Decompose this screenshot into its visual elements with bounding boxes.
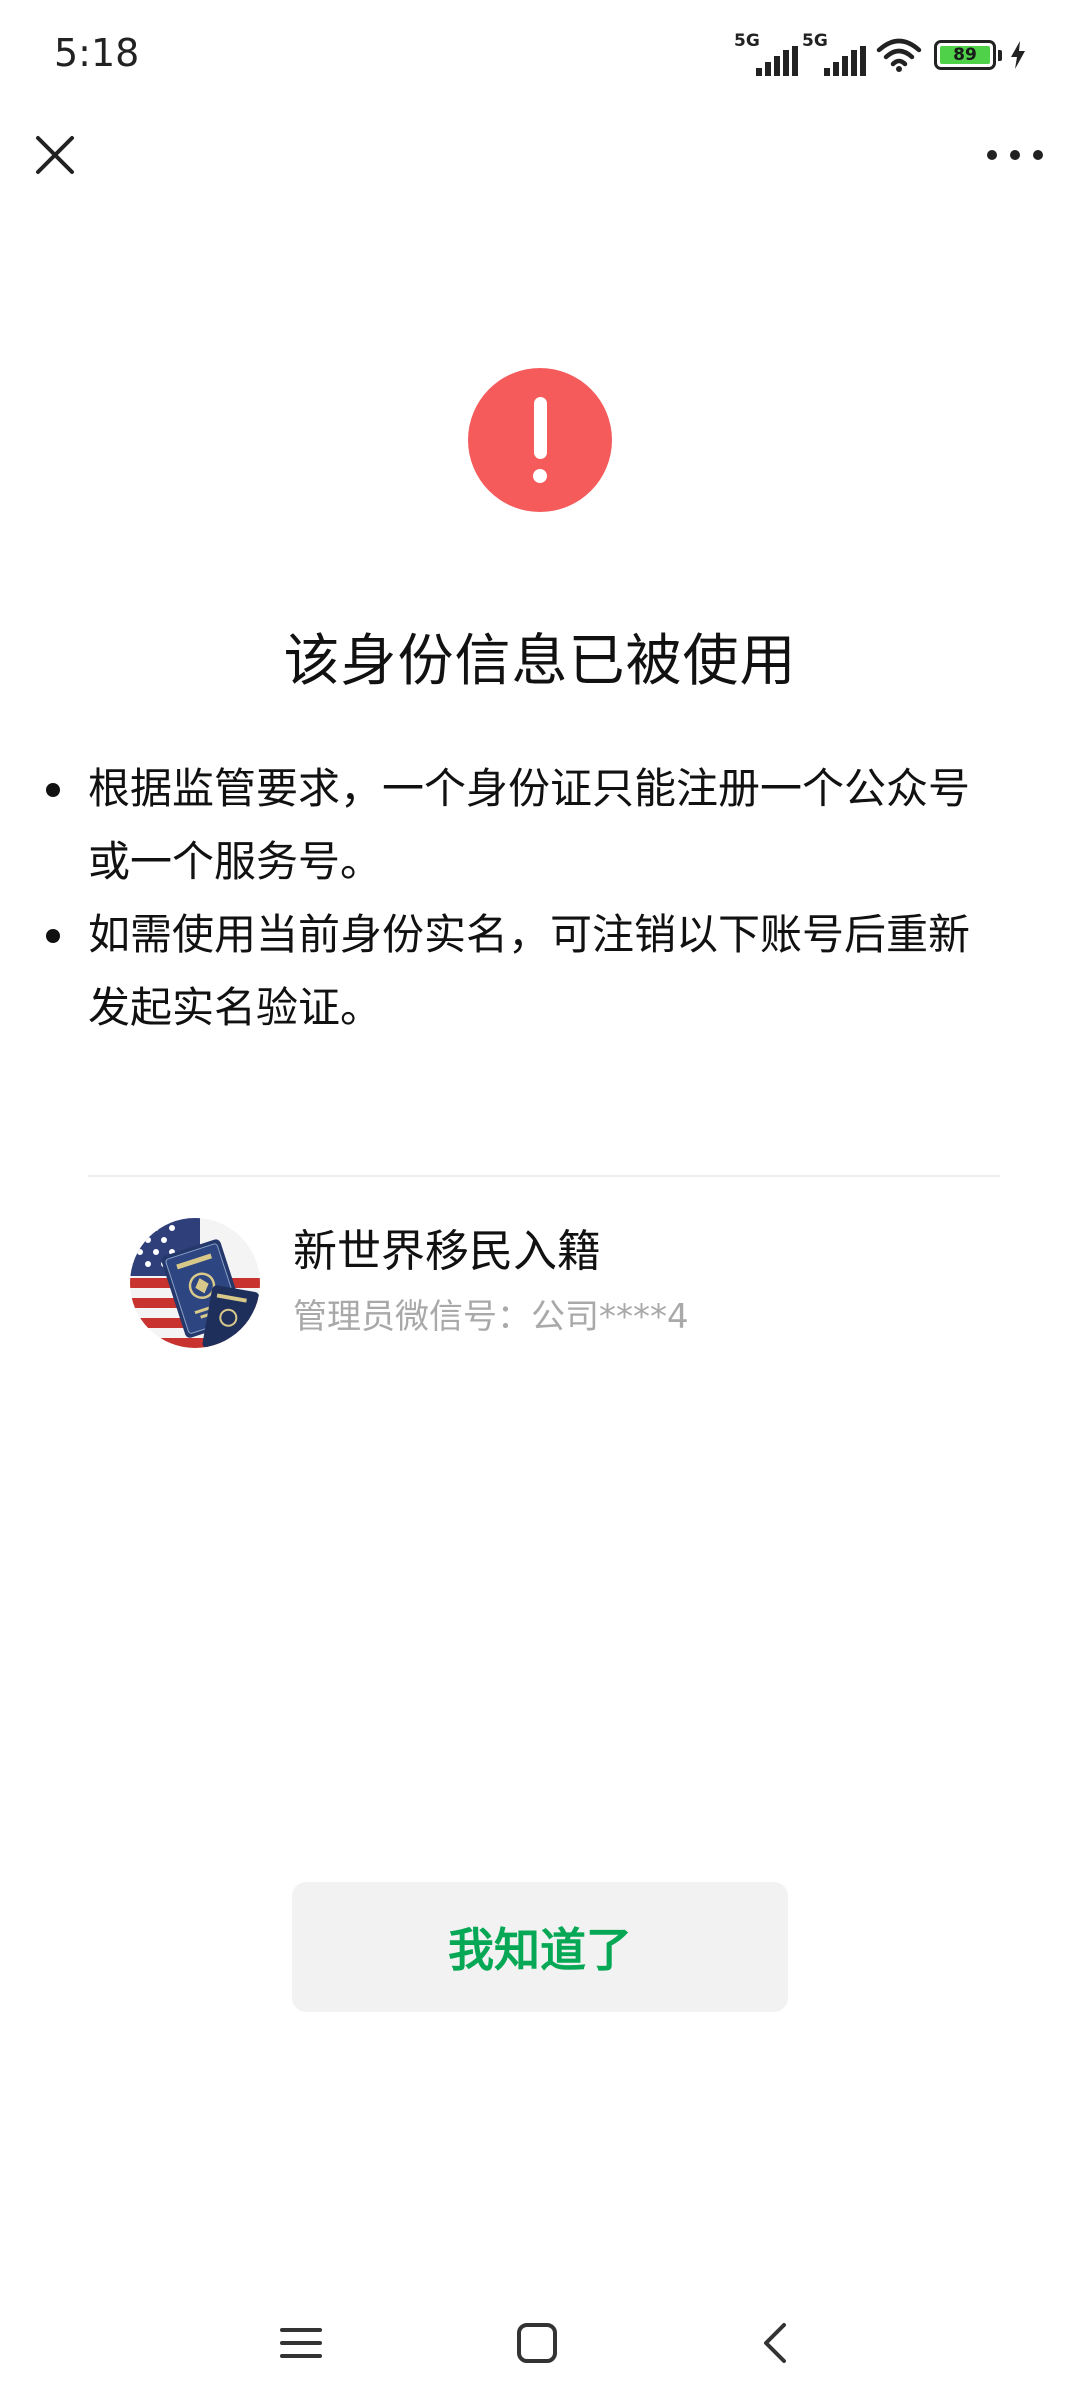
system-nav-bar	[0, 2300, 1080, 2400]
account-name: 新世界移民入籍	[293, 1226, 601, 1277]
exclamation-bar	[533, 397, 547, 459]
battery-cap	[998, 49, 1002, 61]
status-time: 5:18	[54, 31, 140, 75]
status-icons: 5G 5G 89	[734, 30, 1026, 80]
account-admin-id: 管理员微信号：公司****4	[293, 1297, 689, 1337]
home-square-icon[interactable]	[514, 2320, 560, 2366]
battery-icon: 89	[934, 40, 996, 70]
wifi-icon	[876, 38, 922, 72]
acknowledge-button[interactable]: 我知道了	[292, 1882, 788, 2012]
battery-level: 89	[940, 46, 990, 64]
charging-bolt-icon	[1011, 41, 1025, 69]
back-chevron-icon[interactable]	[752, 2320, 798, 2366]
notice-item: 根据监管要求，一个身份证只能注册一个公众号或一个服务号。	[46, 752, 998, 898]
divider	[88, 1175, 1000, 1177]
signal-bars-icon	[824, 46, 866, 76]
account-card: 新世界移民入籍 管理员微信号：公司****4	[130, 1218, 990, 1350]
menu-icon[interactable]	[278, 2320, 324, 2366]
page-title: 该身份信息已被使用	[283, 629, 797, 694]
exclamation-circle-icon	[468, 368, 612, 512]
cellular-signal-1: 5G	[734, 32, 798, 78]
more-dots-icon[interactable]	[980, 130, 1050, 180]
exclamation-dot	[533, 469, 547, 483]
status-bar: 5:18 5G 5G 89	[0, 0, 1080, 110]
notice-list: 根据监管要求，一个身份证只能注册一个公众号或一个服务号。 如需使用当前身份实名，…	[46, 752, 998, 1044]
passport-flag-avatar	[130, 1218, 260, 1348]
cellular-signal-2: 5G	[802, 32, 866, 78]
notice-item: 如需使用当前身份实名，可注销以下账号后重新发起实名验证。	[46, 898, 998, 1044]
signal-bars-icon	[756, 46, 798, 76]
close-icon[interactable]	[30, 130, 80, 180]
